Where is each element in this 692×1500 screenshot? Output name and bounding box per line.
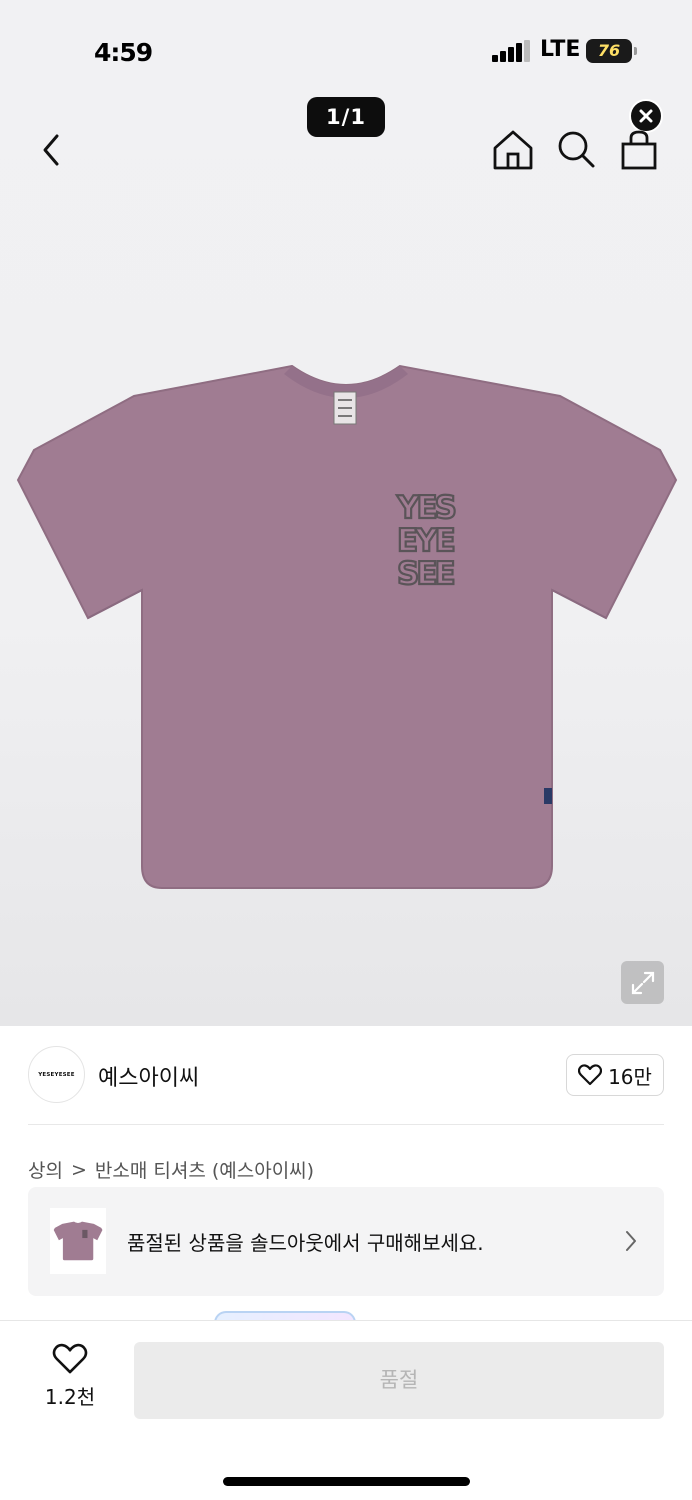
- battery-icon: 76: [586, 39, 637, 63]
- expand-button[interactable]: [621, 961, 664, 1004]
- product-image-viewer[interactable]: YES EYE SEE 4:59 LTE 76 1/1: [0, 0, 692, 1026]
- battery-level: 76: [597, 41, 621, 60]
- breadcrumb-subcategory[interactable]: 반소매 티셔츠 (예스아이씨): [95, 1156, 314, 1183]
- brand-name[interactable]: 예스아이씨: [98, 1060, 199, 1092]
- home-icon[interactable]: [491, 128, 535, 172]
- back-icon: [43, 134, 59, 166]
- print-line-1: YES: [396, 490, 456, 526]
- home-indicator: [223, 1477, 470, 1486]
- soldout-banner[interactable]: 품절된 상품을 솔드아웃에서 구매해보세요.: [28, 1187, 664, 1296]
- search-icon[interactable]: [554, 128, 598, 172]
- brand-like-button[interactable]: 16만: [566, 1054, 664, 1096]
- print-line-2: EYE: [397, 523, 454, 559]
- soldout-thumbnail: [50, 1208, 106, 1274]
- signal-icon: [492, 40, 532, 62]
- brand-logo[interactable]: YESEYESEE: [28, 1046, 85, 1103]
- product-image: YES EYE SEE: [16, 364, 678, 889]
- heart-icon: [52, 1343, 88, 1374]
- print-line-3: SEE: [397, 556, 454, 592]
- heart-icon: [578, 1064, 603, 1086]
- bottom-action-bar: 1.2천 품절: [0, 1320, 692, 1500]
- back-button[interactable]: [30, 128, 70, 172]
- soldout-banner-text: 품절된 상품을 솔드아웃에서 구매해보세요.: [127, 1231, 484, 1255]
- image-counter: 1/1: [307, 97, 385, 137]
- status-time: 4:59: [94, 38, 153, 67]
- brand-like-count: 16만: [608, 1064, 652, 1089]
- brand-logo-text: YESEYESEE: [38, 1071, 75, 1078]
- status-bar: 4:59 LTE 76: [0, 30, 692, 74]
- buy-button-disabled[interactable]: 품절: [134, 1342, 664, 1419]
- breadcrumb: 상의 > 반소매 티셔츠 (예스아이씨): [28, 1156, 314, 1183]
- wishlist-button[interactable]: 1.2천: [38, 1343, 102, 1423]
- expand-icon: [631, 971, 654, 994]
- breadcrumb-category[interactable]: 상의: [28, 1156, 63, 1183]
- product-detail-screen: YES EYE SEE 4:59 LTE 76 1/1 YESEYESEE 예스…: [0, 0, 692, 1500]
- brand-row[interactable]: YESEYESEE 예스아이씨 16만: [28, 1046, 664, 1104]
- bag-icon[interactable]: [617, 128, 661, 172]
- wishlist-count: 1.2천: [44, 1385, 96, 1409]
- breadcrumb-separator: >: [70, 1158, 87, 1181]
- network-label: LTE: [540, 37, 581, 62]
- divider: [28, 1124, 664, 1125]
- chevron-right-icon: [626, 1231, 636, 1251]
